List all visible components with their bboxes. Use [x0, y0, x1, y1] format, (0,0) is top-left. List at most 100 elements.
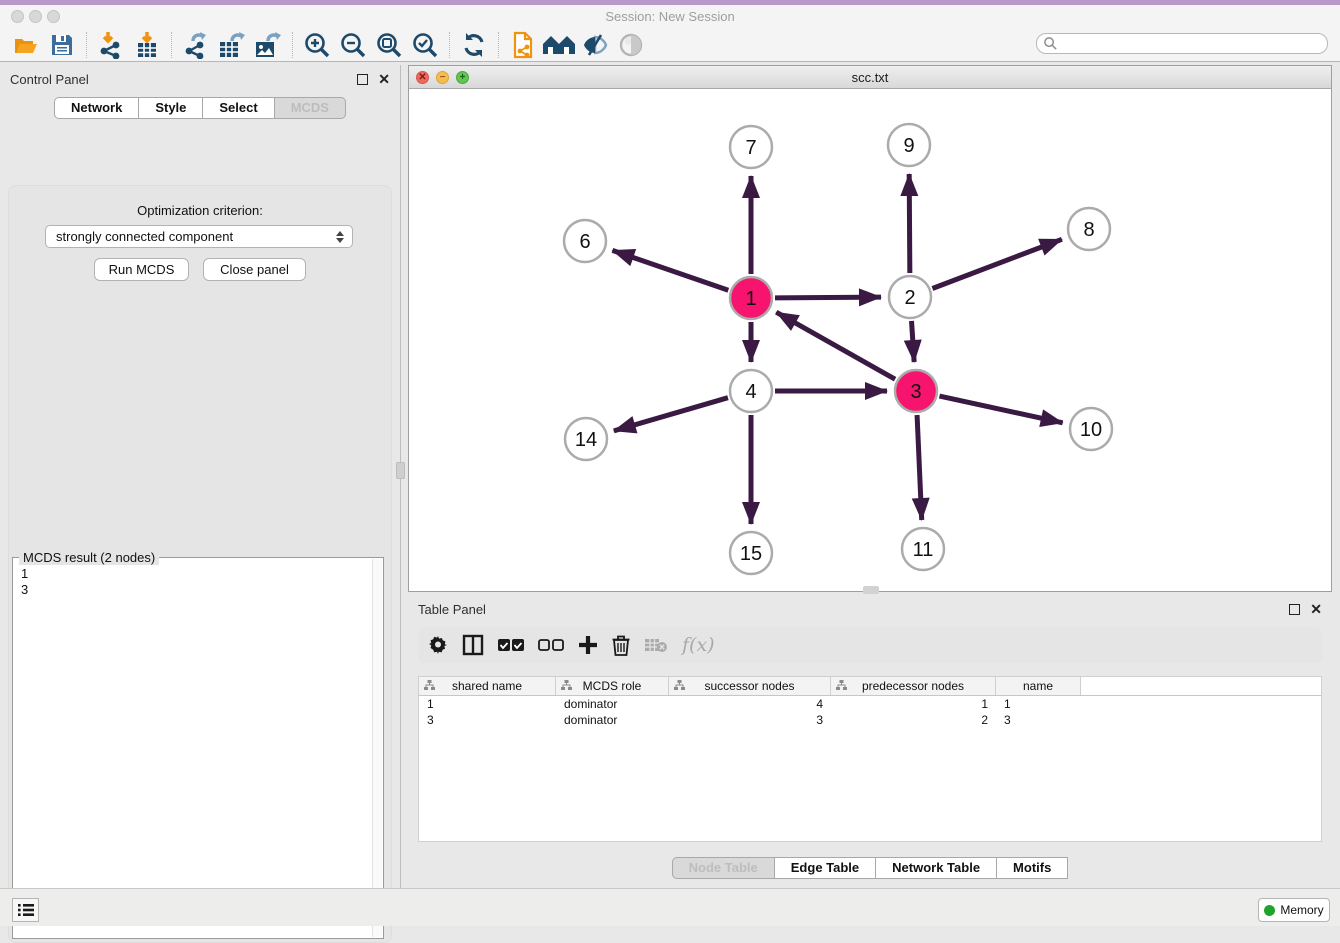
edge-2-9[interactable] [909, 174, 910, 273]
table-panel-header: Table Panel ✕ [408, 595, 1332, 623]
close-table-panel-icon[interactable]: ✕ [1310, 604, 1322, 615]
run-mcds-button[interactable]: Run MCDS [94, 258, 189, 281]
import-table-button[interactable] [129, 30, 165, 60]
show-all-button[interactable] [613, 30, 649, 60]
criterion-dropdown[interactable]: strongly connected component [45, 225, 353, 248]
function-builder-button[interactable]: f(x) [682, 634, 715, 656]
memory-label: Memory [1280, 903, 1323, 917]
edge-2-8[interactable] [932, 239, 1061, 288]
mcds-result-list[interactable]: 13 [13, 560, 371, 936]
result-scrollbar[interactable] [372, 559, 382, 937]
column-label: successor nodes [704, 679, 794, 693]
open-session-button[interactable] [8, 30, 44, 60]
search-input[interactable] [1058, 35, 1327, 52]
network-from-file-button[interactable] [505, 30, 541, 60]
search-field[interactable] [1036, 33, 1328, 54]
edge-3-11[interactable] [917, 415, 922, 520]
column-label: shared name [452, 679, 522, 693]
save-session-button[interactable] [44, 30, 80, 60]
node-label-3: 3 [910, 381, 921, 403]
export-network-icon [183, 31, 209, 59]
task-history-button[interactable] [12, 898, 39, 922]
toolbar-separator [498, 32, 499, 58]
delete-row-button[interactable] [612, 635, 630, 656]
zoom-in-button[interactable] [299, 30, 335, 60]
import-network-button[interactable] [93, 30, 129, 60]
column-header-MCDS-role[interactable]: MCDS role [556, 677, 669, 695]
column-header-predecessor-nodes[interactable]: predecessor nodes [831, 677, 996, 695]
float-table-panel-icon[interactable] [1289, 604, 1300, 615]
delete-table-button[interactable] [644, 637, 668, 653]
result-item: 1 [21, 566, 363, 582]
table-settings-button[interactable] [428, 635, 448, 655]
float-panel-icon[interactable] [357, 74, 368, 85]
node-label-11: 11 [913, 539, 934, 561]
zoom-selected-button[interactable] [407, 30, 443, 60]
minimize-window-button[interactable] [29, 10, 42, 23]
node-label-15: 15 [740, 543, 762, 565]
column-header-name[interactable]: name [996, 677, 1081, 695]
tab-network-table[interactable]: Network Table [876, 857, 997, 879]
edge-3-10[interactable] [939, 396, 1062, 423]
tab-select[interactable]: Select [203, 97, 274, 119]
close-window-button[interactable] [11, 10, 24, 23]
edge-1-2[interactable] [775, 297, 881, 298]
tab-network[interactable]: Network [54, 97, 139, 119]
column-header-shared-name[interactable]: shared name [419, 677, 556, 695]
checked-boxes-icon [498, 638, 524, 652]
zoom-out-button[interactable] [335, 30, 371, 60]
tab-node-table[interactable]: Node Table [672, 857, 775, 879]
edge-1-6[interactable] [612, 250, 728, 290]
close-network-icon[interactable]: ✕ [416, 71, 429, 84]
column-label: name [1023, 679, 1053, 693]
zoom-fit-icon [375, 31, 403, 59]
add-row-button[interactable] [578, 635, 598, 655]
edge-3-1[interactable] [776, 312, 895, 379]
table-row[interactable]: 3dominator323 [419, 712, 1321, 728]
table-tabs: Node TableEdge TableNetwork TableMotifs [408, 857, 1332, 879]
apply-layout-button[interactable] [456, 30, 492, 60]
zoom-fit-button[interactable] [371, 30, 407, 60]
tab-mcds[interactable]: MCDS [275, 97, 346, 119]
first-neighbors-button[interactable] [541, 30, 577, 60]
maximize-network-icon[interactable]: + [456, 71, 469, 84]
table-cell: 4 [669, 696, 831, 712]
table-panel-title: Table Panel [418, 602, 486, 617]
export-network-button[interactable] [178, 30, 214, 60]
export-image-button[interactable] [250, 30, 286, 60]
import-network-icon [98, 31, 124, 59]
node-table[interactable]: shared name MCDS role successor nodes prede… [418, 676, 1322, 842]
column-label: predecessor nodes [862, 679, 964, 693]
network-window-titlebar[interactable]: ✕ − + scc.txt [409, 66, 1331, 89]
close-panel-button[interactable]: Close panel [203, 258, 306, 281]
memory-button[interactable]: Memory [1258, 898, 1330, 922]
import-table-icon [134, 31, 160, 59]
table-columns-button[interactable] [462, 634, 484, 656]
tab-style[interactable]: Style [139, 97, 203, 119]
table-row[interactable]: 1dominator411 [419, 696, 1321, 712]
column-header-successor-nodes[interactable]: successor nodes [669, 677, 831, 695]
network-graph-canvas[interactable]: 1234678910111415 [409, 89, 1331, 591]
hide-selection-button[interactable] [577, 30, 613, 60]
panel-splitter-handle[interactable] [396, 462, 405, 479]
minimize-network-icon[interactable]: − [436, 71, 449, 84]
gear-icon [428, 635, 448, 655]
eye-disabled-icon [618, 32, 644, 58]
select-all-rows-button[interactable] [498, 638, 524, 652]
export-table-button[interactable] [214, 30, 250, 60]
window-title: Session: New Session [0, 5, 1340, 28]
node-label-2: 2 [904, 287, 915, 309]
close-panel-icon[interactable]: ✕ [378, 74, 390, 85]
edge-2-3[interactable] [912, 321, 915, 362]
network-window-title: scc.txt [409, 70, 1331, 85]
tab-motifs[interactable]: Motifs [997, 857, 1068, 879]
toolbar-separator [449, 32, 450, 58]
mcds-result-box: MCDS result (2 nodes) 13 [12, 557, 384, 939]
network-splitter-handle[interactable] [863, 586, 879, 594]
memory-status-icon [1264, 905, 1275, 916]
zoom-window-button[interactable] [47, 10, 60, 23]
tab-edge-table[interactable]: Edge Table [775, 857, 876, 879]
edge-4-14[interactable] [614, 398, 728, 431]
node-label-14: 14 [575, 429, 597, 451]
deselect-all-rows-button[interactable] [538, 638, 564, 652]
